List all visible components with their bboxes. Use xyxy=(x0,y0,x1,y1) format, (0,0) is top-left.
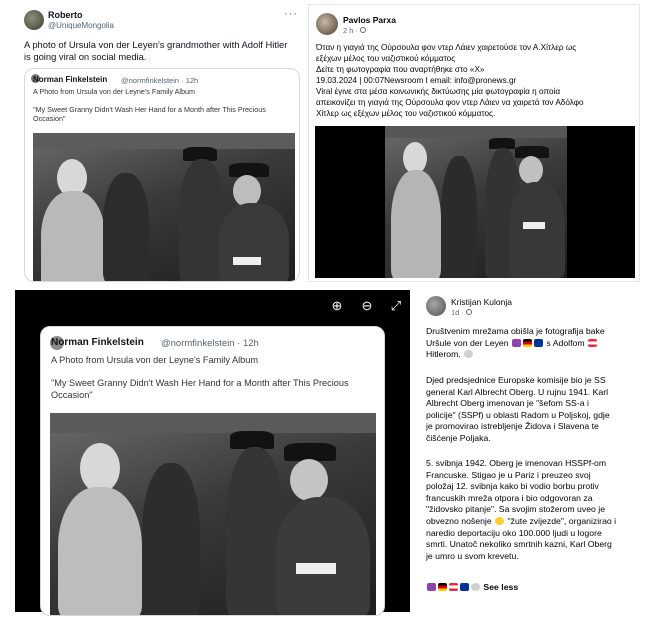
author-avatar[interactable] xyxy=(426,296,446,316)
expand-icon[interactable]: ⤢ xyxy=(388,298,404,314)
post-line-5: Viral έγινε στα μέσα κοινωνικής δικτύωση… xyxy=(316,87,561,96)
flag-eu-icon xyxy=(460,583,469,591)
quoted-line-2: "My Sweet Granny Didn't Wash Her Hand fo… xyxy=(33,105,266,123)
post-line-7: Χίτλερ ως εξέχων μέλος του ναζιστικού κό… xyxy=(316,109,496,118)
flag-at-icon xyxy=(449,583,458,591)
post-paragraph-1: Društvenim mrežama obišla je fotografija… xyxy=(426,326,605,360)
flag-eu-icon xyxy=(534,338,543,347)
author-name[interactable]: Kristijan Kulonja xyxy=(451,297,512,307)
post-time: 1d · xyxy=(451,308,473,317)
author-name[interactable]: Roberto xyxy=(48,10,83,20)
author-name[interactable]: Pavlos Parxa xyxy=(343,15,396,25)
globe-icon xyxy=(466,309,473,315)
quoted-line-1: A Photo from Ursula von der Leyne's Fami… xyxy=(33,87,195,96)
author-avatar[interactable] xyxy=(316,13,338,35)
flag-de-icon xyxy=(438,583,447,591)
author-avatar[interactable] xyxy=(24,10,44,30)
quoted-line-1: A Photo from Ursula von der Leyne's Fami… xyxy=(51,355,259,365)
post-line-2: εξέχων μέλος του ναζιστικού κόμματος xyxy=(316,54,456,63)
quoted-line-2: "My Sweet Granny Didn't Wash Her Hand fo… xyxy=(51,378,349,388)
post-line-3: Δείτε τη φωτογραφία που αναρτήθηκε στο «… xyxy=(316,65,485,74)
flag-at-icon xyxy=(588,338,597,347)
quoted-tweet-screenshot[interactable]: Norman Finkelstein @normfinkelstein · 12… xyxy=(40,326,385,616)
post-time: 2 h · xyxy=(343,26,367,35)
skull-emoji-icon xyxy=(464,350,474,359)
facebook-post-greek: Pavlos Parxa 2 h · Όταν η γιαγιά της Ούρ… xyxy=(308,4,640,282)
tweet-post-roberto: Roberto @UniqueMongolia ··· A photo of U… xyxy=(14,4,304,282)
zoom-out-icon[interactable]: ⊖ xyxy=(359,298,375,314)
tweet-text: A photo of Ursula von der Leyen's grandm… xyxy=(24,39,288,62)
photo-frame[interactable] xyxy=(315,126,635,278)
quoted-author-handle: @normfinkelstein · 12h xyxy=(121,75,199,85)
zoom-in-icon[interactable]: ⊕ xyxy=(329,298,345,314)
quoted-author-handle: @normfinkelstein · 12h xyxy=(161,337,259,349)
image-viewer: ⊕ ⊖ ⤢ Norman Finkelstein @normfinkelstei… xyxy=(15,290,410,616)
post-paragraph-2: Djed predsjednice Europske komisije bio … xyxy=(426,375,610,443)
quoted-author-name: Norman Finkelstein xyxy=(33,75,108,84)
woman-face xyxy=(80,443,120,493)
post-line-6: απεικονίζει τη γιαγιά της Ούρσουλα φον ν… xyxy=(316,98,584,107)
historical-photo[interactable] xyxy=(33,133,295,281)
skull-emoji-icon xyxy=(471,583,480,591)
devil-emoji-icon xyxy=(512,338,521,347)
post-line-1: Όταν η γιαγιά της Ούρσουλα φον ντερ Λάιε… xyxy=(316,43,577,52)
see-less-link[interactable]: See less xyxy=(483,582,518,592)
post-line-4: 19.03.2024 | 00:07Newsroom I email: info… xyxy=(316,76,517,85)
quoted-line-3: Occasion" xyxy=(51,390,93,400)
globe-icon xyxy=(360,27,367,33)
historical-photo[interactable] xyxy=(50,413,376,615)
flag-de-icon xyxy=(523,338,532,347)
face-emoji-icon xyxy=(495,516,505,525)
devil-emoji-icon xyxy=(427,583,436,591)
historical-photo[interactable] xyxy=(385,126,567,278)
quoted-tweet[interactable]: Norman Finkelstein @normfinkelstein · 12… xyxy=(24,68,300,282)
see-less-row: See less xyxy=(426,582,641,594)
facebook-post-croatian: Kristijan Kulonja 1d · Društvenim mrežam… xyxy=(418,290,645,612)
more-options-icon[interactable]: ··· xyxy=(284,8,298,20)
author-handle[interactable]: @UniqueMongolia xyxy=(48,21,114,30)
post-paragraph-3: 5. svibnja 1942. Oberg je imenovan HSSPf… xyxy=(426,458,617,561)
quoted-author-name: Norman Finkelstein xyxy=(51,337,144,348)
